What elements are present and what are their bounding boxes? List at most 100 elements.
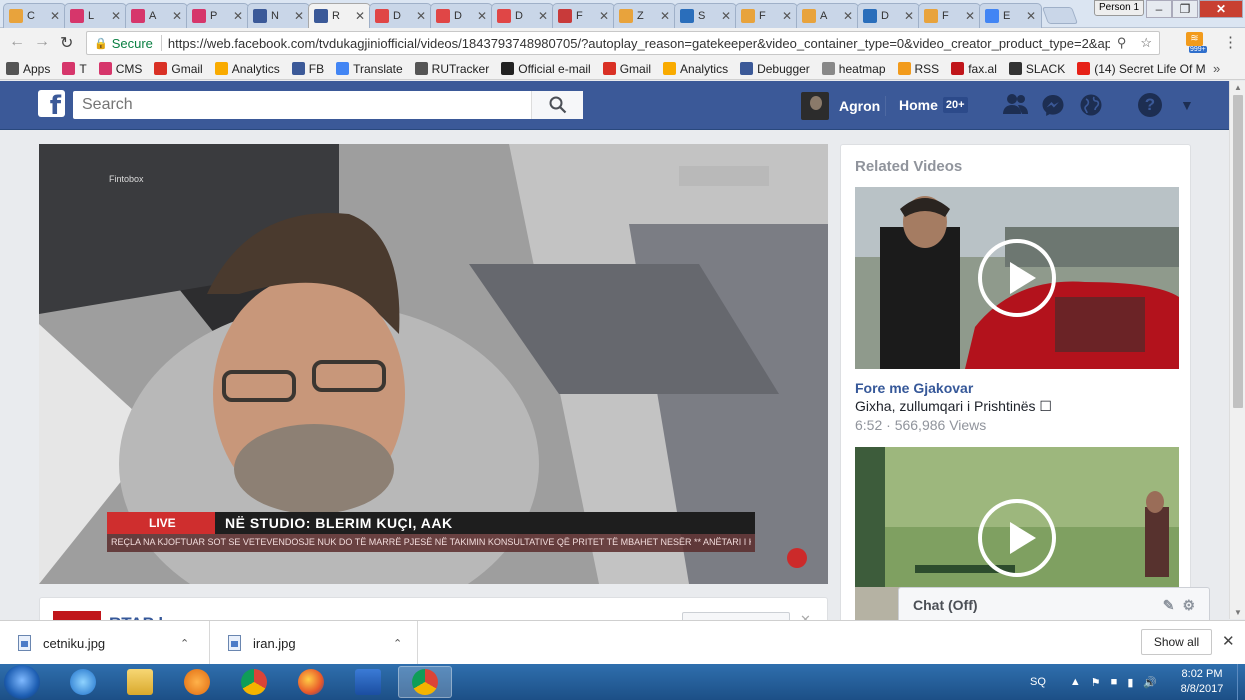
close-tab-icon[interactable]: ✕ xyxy=(1026,9,1036,23)
close-tab-icon[interactable]: ✕ xyxy=(416,9,426,23)
bookmark-item[interactable]: Gmail xyxy=(597,62,657,76)
show-desktop-button[interactable] xyxy=(1237,664,1245,700)
search-input[interactable] xyxy=(73,96,528,114)
browser-tab[interactable]: D ✕ xyxy=(430,3,493,28)
chat-tab[interactable]: Chat (Off) ✎ ⚙ xyxy=(898,587,1210,621)
taskbar-app[interactable] xyxy=(56,666,110,698)
close-downloads-icon[interactable]: ✕ xyxy=(1222,632,1235,650)
minimize-icon[interactable]: – xyxy=(1146,0,1172,18)
close-tab-icon[interactable]: ✕ xyxy=(538,9,548,23)
close-tab-icon[interactable]: ✕ xyxy=(965,9,975,23)
taskbar-app[interactable] xyxy=(113,666,167,698)
close-tab-icon[interactable]: ✕ xyxy=(721,9,731,23)
bookmark-item[interactable]: RUTracker xyxy=(409,62,496,76)
close-tab-icon[interactable]: ✕ xyxy=(904,9,914,23)
messenger-icon[interactable] xyxy=(1041,93,1065,117)
back-icon[interactable]: ← xyxy=(9,33,25,51)
restore-icon[interactable]: ❐ xyxy=(1172,0,1198,18)
browser-tab[interactable]: A ✕ xyxy=(796,3,859,28)
home-link[interactable]: Home 20+ xyxy=(899,97,968,113)
gear-icon[interactable]: ⚙ xyxy=(1182,597,1195,614)
facebook-logo-icon[interactable]: f xyxy=(38,90,65,117)
bookmark-star-icon[interactable]: ☆ xyxy=(1140,35,1152,51)
more-bookmarks-icon[interactable]: » xyxy=(1213,61,1220,76)
download-item[interactable]: cetniku.jpg ⌃ xyxy=(0,621,210,665)
network-icon[interactable]: ▮ xyxy=(1127,676,1133,689)
zoom-icon[interactable]: ⚲ xyxy=(1117,35,1127,51)
account-menu-caret-icon[interactable]: ▼ xyxy=(1180,97,1194,113)
bookmark-item[interactable]: CMS xyxy=(93,62,149,76)
browser-tab[interactable]: D ✕ xyxy=(369,3,432,28)
new-tab-button[interactable] xyxy=(1041,7,1079,24)
close-tab-icon[interactable]: ✕ xyxy=(172,9,182,23)
browser-tab[interactable]: D ✕ xyxy=(857,3,920,28)
browser-tab[interactable]: F ✕ xyxy=(735,3,798,28)
friend-requests-icon[interactable] xyxy=(1003,93,1028,117)
browser-tab[interactable]: Z ✕ xyxy=(613,3,676,28)
chevron-up-icon[interactable]: ⌃ xyxy=(180,637,189,650)
browser-tab[interactable]: R ✕ xyxy=(308,3,371,28)
browser-tab[interactable]: C ✕ xyxy=(3,3,66,28)
help-icon[interactable]: ? xyxy=(1138,93,1162,117)
close-tab-icon[interactable]: ✕ xyxy=(355,9,365,23)
bookmark-item[interactable]: SLACK xyxy=(1003,62,1071,76)
browser-tab[interactable]: F ✕ xyxy=(918,3,981,28)
video-player[interactable]: LIVE NË STUDIO: BLERIM KUÇI, AAK REÇLA N… xyxy=(39,144,828,584)
browser-tab[interactable]: N ✕ xyxy=(247,3,310,28)
search-button[interactable] xyxy=(531,91,583,119)
bookmark-item[interactable]: Apps xyxy=(0,62,56,76)
url-text[interactable]: https://web.facebook.com/tvdukagjinioffi… xyxy=(168,36,1110,51)
bookmark-item[interactable]: FB xyxy=(286,62,330,76)
taskbar-app[interactable] xyxy=(398,666,452,698)
close-tab-icon[interactable]: ✕ xyxy=(233,9,243,23)
browser-tab[interactable]: P ✕ xyxy=(186,3,249,28)
close-tab-icon[interactable]: ✕ xyxy=(599,9,609,23)
browser-tab[interactable]: D ✕ xyxy=(491,3,554,28)
bookmark-item[interactable]: (14) Secret Life Of M xyxy=(1071,62,1211,76)
profile-link[interactable]: Agron xyxy=(801,92,880,120)
close-tab-icon[interactable]: ✕ xyxy=(50,9,60,23)
volume-icon[interactable]: 🔊 xyxy=(1143,676,1157,689)
chevron-up-icon[interactable]: ⌃ xyxy=(393,637,402,650)
language-indicator[interactable]: SQ xyxy=(1030,676,1046,688)
tray-arrow-icon[interactable]: ▲ xyxy=(1070,676,1081,688)
close-tab-icon[interactable]: ✕ xyxy=(782,9,792,23)
close-tab-icon[interactable]: ✕ xyxy=(111,9,121,23)
menu-dots-icon[interactable]: ⋮ xyxy=(1223,33,1238,51)
bookmark-item[interactable]: heatmap xyxy=(816,62,892,76)
scrollbar-thumb[interactable] xyxy=(1233,95,1243,408)
close-tab-icon[interactable]: ✕ xyxy=(843,9,853,23)
browser-tab[interactable]: F ✕ xyxy=(552,3,615,28)
scroll-down-icon[interactable]: ▼ xyxy=(1234,608,1242,617)
forward-icon[interactable]: → xyxy=(34,33,50,51)
download-item[interactable]: iran.jpg ⌃ xyxy=(210,621,418,665)
bookmark-item[interactable]: Translate xyxy=(330,62,409,76)
browser-tab[interactable]: L ✕ xyxy=(64,3,127,28)
bookmark-item[interactable]: Gmail xyxy=(148,62,208,76)
bookmark-item[interactable]: fax.al xyxy=(945,62,1003,76)
reload-icon[interactable]: ↻ xyxy=(60,33,73,53)
taskbar-app[interactable] xyxy=(284,666,338,698)
security-tray-icon[interactable]: ■ xyxy=(1111,676,1118,688)
browser-tab[interactable]: A ✕ xyxy=(125,3,188,28)
scroll-up-icon[interactable]: ▲ xyxy=(1234,83,1242,92)
taskbar-app[interactable] xyxy=(341,666,395,698)
close-tab-icon[interactable]: ✕ xyxy=(477,9,487,23)
bookmark-item[interactable]: Debugger xyxy=(734,62,816,76)
start-button[interactable] xyxy=(4,665,40,699)
system-clock[interactable]: 8:02 PM 8/8/2017 xyxy=(1172,667,1232,697)
bookmark-item[interactable]: Official e-mail xyxy=(495,62,596,76)
bookmark-item[interactable]: Analytics xyxy=(209,62,286,76)
browser-tab[interactable]: S ✕ xyxy=(674,3,737,28)
taskbar-app[interactable] xyxy=(170,666,224,698)
show-all-downloads-button[interactable]: Show all xyxy=(1141,629,1212,655)
related-video-title[interactable]: Fore me Gjakovar xyxy=(855,380,973,396)
close-tab-icon[interactable]: ✕ xyxy=(660,9,670,23)
profile-button[interactable]: Person 1 xyxy=(1094,0,1144,16)
new-message-icon[interactable]: ✎ xyxy=(1163,597,1175,614)
taskbar-app[interactable] xyxy=(227,666,281,698)
address-bar[interactable]: 🔒 Secure https://web.facebook.com/tvduka… xyxy=(86,31,1160,55)
bookmark-item[interactable]: Analytics xyxy=(657,62,734,76)
rss-extension-button[interactable]: ≋ 999+ xyxy=(1186,32,1207,54)
page-scrollbar[interactable]: ▲ ▼ xyxy=(1229,81,1245,619)
